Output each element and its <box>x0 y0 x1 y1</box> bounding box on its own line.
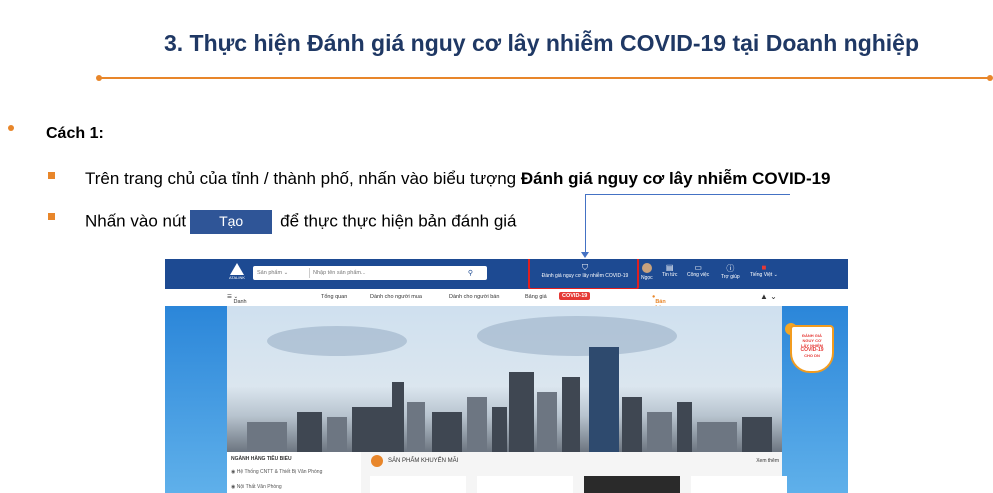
step-2-suffix: để thực thực hiện bản đánh giá <box>280 211 517 231</box>
category-item[interactable]: ◉ Hệ Thống CNTT & Thiết Bị Văn Phòng <box>231 469 322 475</box>
news-link[interactable]: ▤ Tin tức <box>662 263 677 278</box>
menu-overview[interactable]: Tổng quan <box>321 294 347 300</box>
section-label: Cách 1: <box>46 125 104 142</box>
avatar <box>641 263 652 273</box>
step-1-bold: Đánh giá nguy cơ lây nhiễm COVID-19 <box>520 169 831 188</box>
side-banner-left <box>165 306 227 493</box>
sell-now-link[interactable]: ● Bán hàng ngay <box>652 294 668 317</box>
product-card[interactable] <box>584 476 680 493</box>
language-select[interactable]: ■ Tiếng Việt ⌄ <box>750 263 778 278</box>
page-title: 3. Thực hiện Đánh giá nguy cơ lây nhiễm … <box>163 30 920 56</box>
step-1-text: Trên trang chủ của tỉnh / thành phố, nhấ… <box>85 169 521 188</box>
covid-badge[interactable]: ĐÁNH GIÁ NGUY CƠ LÂY NHIỄM COVID-19 CHO DN <box>790 325 834 373</box>
divider-dot-left <box>96 75 102 81</box>
product-card[interactable] <box>477 476 573 493</box>
categories-heading: NGÀNH HÀNG TIÊU BIỂU <box>231 456 292 462</box>
product-card[interactable] <box>370 476 466 493</box>
site-header: ATALINK Sản phẩm ⌄ Nhập tên sản phẩm... … <box>165 259 848 289</box>
jobs-link[interactable]: ▭ Công việc <box>687 263 709 278</box>
promo-icon <box>371 455 383 467</box>
menu-sellers[interactable]: Dành cho người bán <box>449 294 499 300</box>
news-icon: ▤ <box>665 263 674 272</box>
hero-city-image <box>227 306 782 452</box>
user-menu[interactable]: Ngọc <box>641 263 653 281</box>
menu-covid[interactable]: COVID-19 <box>559 292 591 300</box>
help-link[interactable]: ⓘ Trợ giúp <box>721 263 740 280</box>
tao-button[interactable]: Tạo <box>190 210 273 234</box>
divider-dot-right <box>987 75 993 81</box>
site-menu: ☰ Danh mục ngành hàng ⌄ Tổng quan Dành c… <box>165 289 848 323</box>
title-divider <box>98 77 991 79</box>
featured-categories: NGÀNH HÀNG TIÊU BIỂU ◉ Hệ Thống CNTT & T… <box>227 452 361 493</box>
website-screenshot: ATALINK Sản phẩm ⌄ Nhập tên sản phẩm... … <box>165 259 848 493</box>
bullet-square <box>48 213 55 220</box>
pointer-arrow-icon <box>581 252 589 258</box>
help-icon: ⓘ <box>726 264 735 273</box>
search-icon[interactable]: ⚲ <box>468 269 473 277</box>
category-item[interactable]: ◉ Nội Thất Văn Phòng <box>231 484 282 490</box>
atalink-small-logo[interactable]: ▲ ⌄ <box>760 292 777 301</box>
promo-heading: SẢN PHẨM KHUYẾN MÃI <box>388 458 459 464</box>
menu-categories[interactable]: ☰ Danh mục ngành hàng ⌄ <box>227 294 249 323</box>
see-more-link[interactable]: Xem thêm <box>756 458 779 464</box>
pointer-line-horizontal <box>585 194 790 195</box>
search-input[interactable]: Nhập tên sản phẩm... <box>313 270 366 276</box>
briefcase-icon: ▭ <box>694 263 702 272</box>
step-2: Nhấn vào nút Tạo để thực thực hiện bản đán… <box>85 210 517 234</box>
atalink-logo[interactable]: ATALINK <box>227 263 247 280</box>
highlight-box <box>528 259 639 290</box>
step-2-text: Nhấn vào nút <box>85 211 187 231</box>
content-area: NGÀNH HÀNG TIÊU BIỂU ◉ Hệ Thống CNTT & T… <box>227 452 787 493</box>
step-1: Trên trang chủ của tỉnh / thành phố, nhấ… <box>85 169 831 189</box>
bullet-dot <box>8 125 14 131</box>
pointer-line-vertical <box>585 194 586 254</box>
menu-pricing[interactable]: Bảng giá <box>525 294 547 300</box>
search-category[interactable]: Sản phẩm ⌄ <box>257 270 288 276</box>
menu-buyers[interactable]: Dành cho người mua <box>370 294 422 300</box>
product-card[interactable] <box>691 476 787 493</box>
site-search[interactable]: Sản phẩm ⌄ Nhập tên sản phẩm... ⚲ <box>253 266 487 280</box>
bullet-square <box>48 172 55 179</box>
flag-icon: ■ <box>761 263 767 272</box>
